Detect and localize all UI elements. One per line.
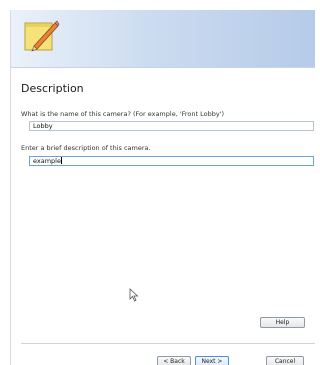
mouse-pointer-icon [129, 288, 139, 302]
help-button[interactable]: Help [260, 317, 305, 328]
header-banner [11, 10, 315, 68]
page-title: Description [21, 82, 84, 95]
camera-name-input[interactable]: Lobby [29, 121, 314, 131]
screen-margin [0, 0, 314, 10]
camera-name-label: What is the name of this camera? (For ex… [21, 110, 225, 118]
next-button[interactable]: Next > [195, 356, 229, 365]
footer-separator [21, 343, 315, 344]
cancel-button[interactable]: Cancel [266, 356, 304, 365]
text-caret [60, 157, 62, 164]
pencil-notepad-icon [24, 20, 60, 52]
camera-description-label: Enter a brief description of this camera… [21, 144, 151, 152]
back-button[interactable]: < Back [157, 356, 191, 365]
camera-description-input[interactable]: example [29, 156, 314, 166]
camera-name-value: Lobby [33, 122, 53, 130]
wizard-window: Description What is the name of this cam… [10, 10, 315, 365]
camera-description-value: example [33, 157, 61, 165]
